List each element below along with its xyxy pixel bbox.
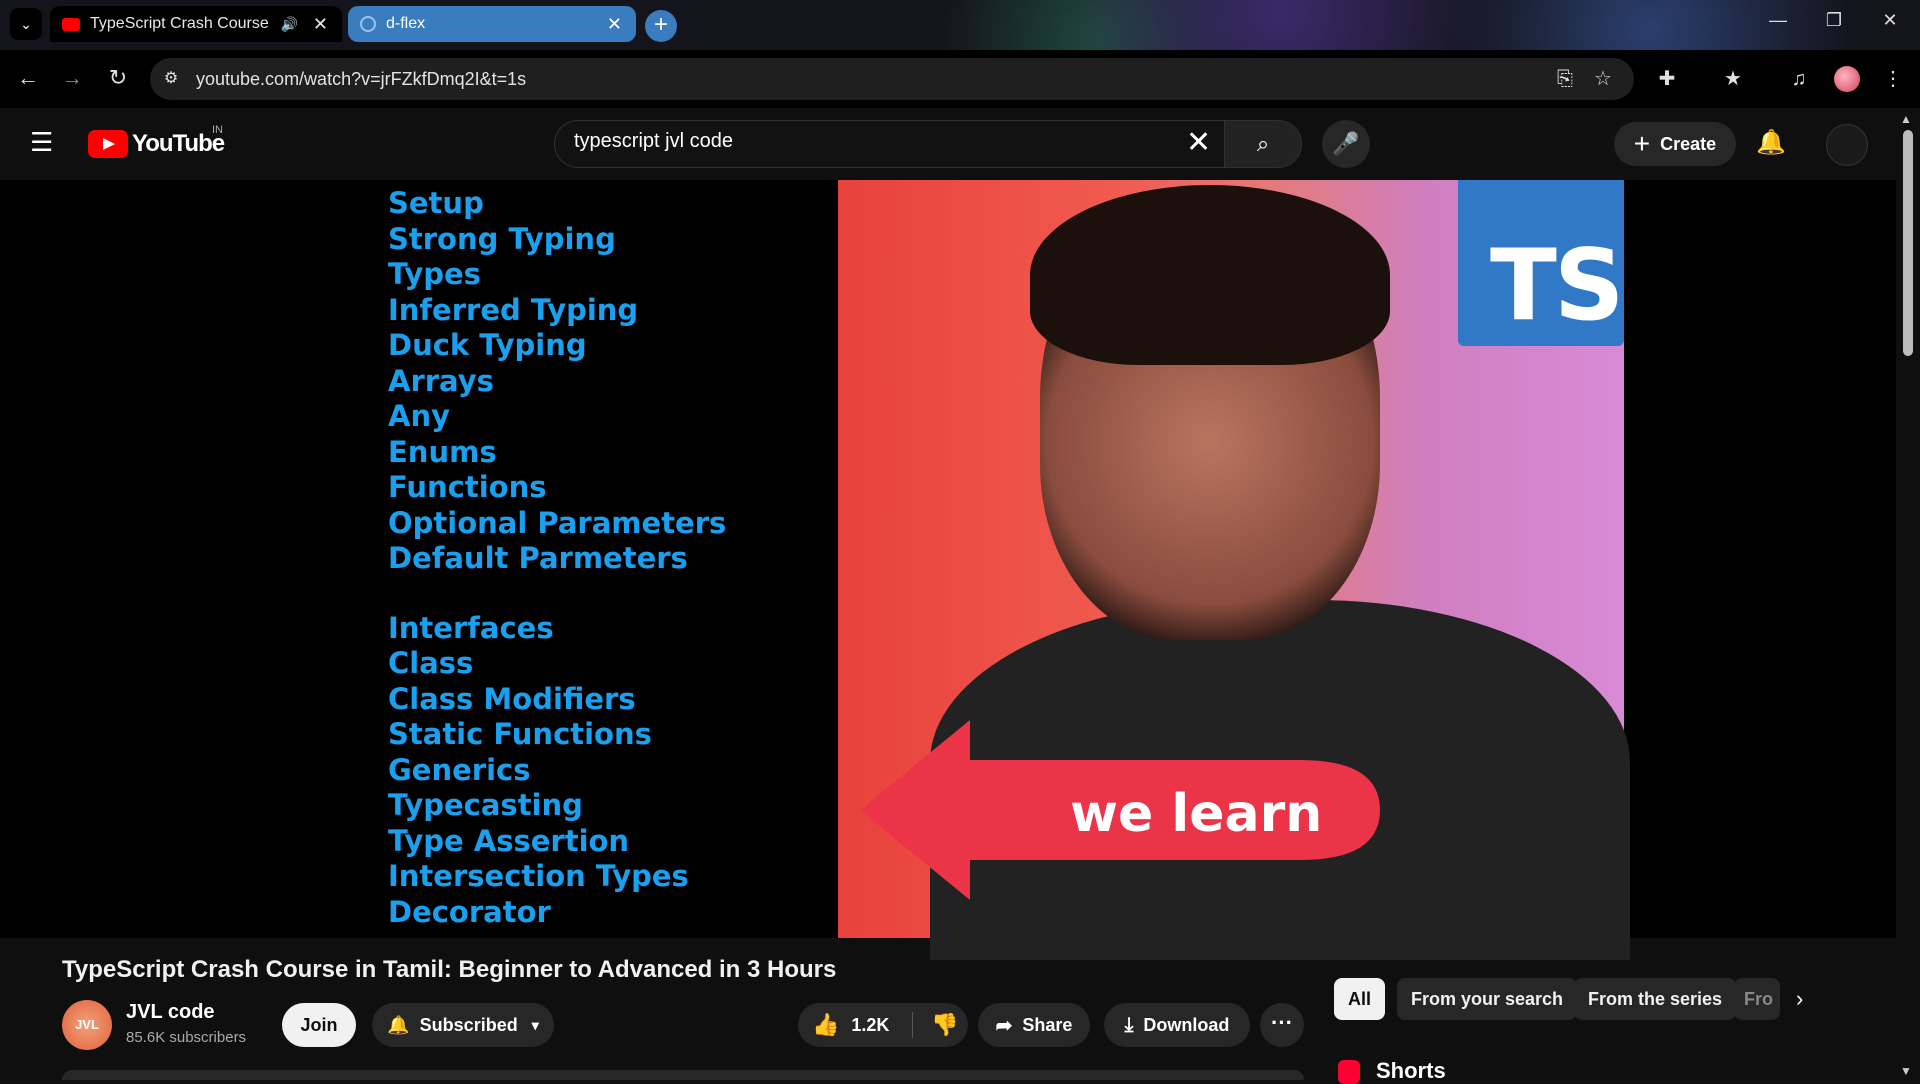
minimize-button[interactable]: — xyxy=(1758,10,1798,40)
close-tab-icon[interactable]: ✕ xyxy=(313,14,328,35)
subscribed-label: Subscribed xyxy=(419,1014,518,1035)
create-button[interactable]: + Create xyxy=(1614,122,1736,166)
site-info-icon[interactable]: ⚙ xyxy=(158,66,184,92)
scroll-up-icon[interactable]: ▲ xyxy=(1900,112,1912,126)
arrow-caption: we learn xyxy=(1070,784,1323,844)
topic-item: Type Assertion xyxy=(388,823,630,858)
chip-truncated[interactable]: Fro xyxy=(1734,978,1780,1020)
globe-icon xyxy=(360,16,376,32)
tab-d-flex[interactable]: d-flex ✕ xyxy=(348,6,636,42)
extensions-icon[interactable]: ✚ xyxy=(1654,66,1680,92)
media-control-icon[interactable]: ♫ xyxy=(1786,66,1812,92)
install-app-icon[interactable]: ⎘ xyxy=(1552,66,1578,92)
back-icon[interactable]: ← xyxy=(14,64,42,92)
download-button[interactable]: ⤓ Download xyxy=(1104,1003,1250,1047)
audio-icon[interactable]: 🔊 xyxy=(281,16,298,33)
search-input[interactable]: typescript jvl code xyxy=(574,130,733,153)
topic-item: Generics xyxy=(388,752,531,787)
youtube-icon xyxy=(62,17,80,31)
favorites-icon[interactable]: ★ xyxy=(1720,66,1746,92)
topic-item: Typecasting xyxy=(388,788,583,822)
share-icon: ➦ xyxy=(995,1014,1013,1037)
topic-item: Any xyxy=(388,399,450,433)
youtube-play-icon xyxy=(88,130,128,158)
create-label: Create xyxy=(1660,133,1717,154)
reload-icon[interactable]: ↻ xyxy=(104,64,132,92)
shorts-icon xyxy=(1338,1060,1360,1084)
chevron-down-icon: ▾ xyxy=(531,1016,539,1033)
like-dislike-group: 👍 1.2K 👎 xyxy=(798,1003,968,1047)
more-actions-button[interactable]: ··· xyxy=(1260,1003,1304,1047)
browser-menu-icon[interactable]: ⋮ xyxy=(1880,66,1906,92)
topic-gap xyxy=(388,577,726,611)
notifications-bell-icon[interactable]: 🔔 xyxy=(1756,128,1786,157)
join-button[interactable]: Join xyxy=(282,1003,356,1047)
profile-avatar[interactable] xyxy=(1834,66,1860,92)
close-window-button[interactable]: ✕ xyxy=(1870,10,1910,40)
tab-search-menu[interactable]: ⌄ xyxy=(10,8,42,40)
video-topic-list: Setup Strong Typing Types Inferred Typin… xyxy=(388,186,726,930)
topic-item: Functions xyxy=(388,470,547,504)
channel-avatar[interactable]: JVL xyxy=(62,1000,112,1050)
topic-item: Duck Typing xyxy=(388,328,587,362)
voice-search-button[interactable]: 🎤 xyxy=(1322,120,1370,168)
like-button[interactable]: 👍 1.2K xyxy=(798,1012,912,1038)
bell-icon: 🔔 xyxy=(387,1014,410,1035)
thumbs-up-icon: 👍 xyxy=(812,1012,840,1037)
topic-item: Setup xyxy=(388,186,484,220)
download-label: Download xyxy=(1143,1014,1230,1035)
description-box[interactable] xyxy=(62,1070,1304,1080)
shorts-heading: Shorts xyxy=(1376,1058,1446,1083)
download-icon: ⤓ xyxy=(1124,1013,1134,1036)
topic-item: Default Parmeters xyxy=(388,541,688,575)
plus-icon: + xyxy=(1633,128,1651,159)
close-tab-icon[interactable]: ✕ xyxy=(607,14,622,35)
topic-item: Decorator xyxy=(388,894,551,929)
chip-from-your-search[interactable]: From your search xyxy=(1397,978,1578,1020)
restore-button[interactable]: ❐ xyxy=(1814,10,1854,40)
menu-icon[interactable]: ☰ xyxy=(30,128,58,156)
topic-item: Optional Parameters xyxy=(388,505,727,540)
topic-item: Enums xyxy=(388,434,497,469)
like-count: 1.2K xyxy=(851,1014,890,1035)
account-avatar[interactable] xyxy=(1826,124,1868,166)
scrollbar-thumb[interactable] xyxy=(1903,130,1913,356)
dislike-button[interactable]: 👎 xyxy=(913,1012,958,1038)
presenter-hair xyxy=(1030,185,1390,365)
tab-title: d-flex xyxy=(386,15,426,32)
scroll-down-icon[interactable]: ▼ xyxy=(1900,1064,1912,1078)
topic-item: Types xyxy=(388,257,481,291)
chip-all[interactable]: All xyxy=(1334,978,1386,1020)
topic-item: Class xyxy=(388,646,474,680)
thumbs-down-icon: 👎 xyxy=(931,1012,959,1037)
share-button[interactable]: ➦ Share xyxy=(978,1003,1090,1047)
new-tab-button[interactable]: + xyxy=(645,10,677,42)
topic-item: Arrays xyxy=(388,363,494,398)
video-title: TypeScript Crash Course in Tamil: Beginn… xyxy=(62,956,837,983)
country-code: IN xyxy=(212,124,223,136)
clear-search-icon[interactable]: ✕ xyxy=(1186,128,1211,158)
topic-item: Static Functions xyxy=(388,717,652,751)
typescript-logo-text: TS xyxy=(1490,229,1624,343)
chip-from-the-series[interactable]: From the series xyxy=(1574,978,1737,1020)
tab-title: TypeScript Crash Course in xyxy=(90,15,270,32)
topic-item: Class Modifiers xyxy=(388,681,636,716)
chevron-right-icon[interactable]: › xyxy=(1796,986,1803,1012)
share-label: Share xyxy=(1022,1014,1073,1035)
tab-youtube[interactable]: TypeScript Crash Course in 🔊 ✕ xyxy=(50,6,342,42)
forward-icon[interactable]: → xyxy=(58,64,86,92)
search-button[interactable]: ⌕ xyxy=(1224,120,1302,168)
topic-item: Intersection Types xyxy=(388,859,689,893)
topic-item: Inferred Typing xyxy=(388,292,639,327)
topic-item: Interfaces xyxy=(388,610,554,645)
bookmark-star-icon[interactable]: ☆ xyxy=(1590,66,1616,92)
subscribed-button[interactable]: 🔔 Subscribed ▾ xyxy=(372,1003,554,1047)
subscriber-count: 85.6K subscribers xyxy=(126,1029,247,1046)
channel-name[interactable]: JVL code xyxy=(126,1001,215,1024)
youtube-wordmark: YouTube xyxy=(132,130,225,157)
url-text[interactable]: youtube.com/watch?v=jrFZkfDmq2I&t=1s xyxy=(196,69,526,90)
youtube-logo[interactable]: YouTube xyxy=(88,130,225,158)
topic-item: Strong Typing xyxy=(388,221,616,256)
